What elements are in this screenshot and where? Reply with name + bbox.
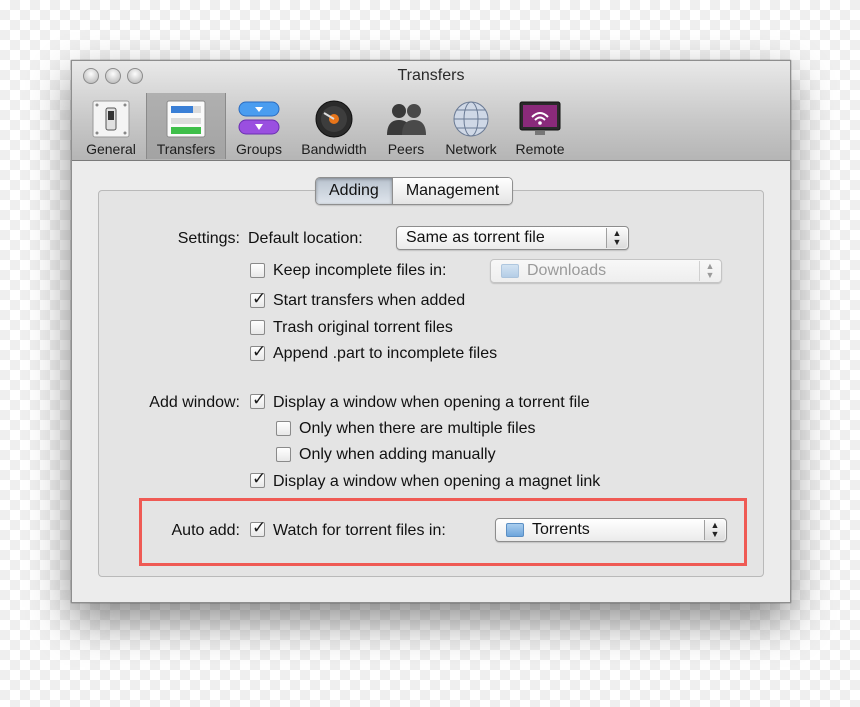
only-multiple-label: Only when there are multiple files <box>299 420 536 437</box>
only-multiple-checkbox[interactable] <box>276 421 291 436</box>
incomplete-folder-popup[interactable]: Downloads ▲ ▼ <box>490 259 722 283</box>
annotation-highlight-box <box>139 498 747 566</box>
trash-original-label: Trash original torrent files <box>273 319 453 336</box>
title-bar: Transfers General Transfers Groups Bandw… <box>72 61 790 161</box>
toolbar-item-groups[interactable]: Groups <box>228 93 290 159</box>
tab-selector: Adding Management <box>315 177 514 205</box>
keep-incomplete-checkbox[interactable] <box>250 263 265 278</box>
keep-incomplete-label: Keep incomplete files in: <box>273 262 447 279</box>
toolbar-label-peers: Peers <box>387 141 425 157</box>
toolbar-item-remote[interactable]: Remote <box>508 93 572 159</box>
tab-adding[interactable]: Adding <box>316 178 393 204</box>
default-location-popup[interactable]: Same as torrent file ▲ ▼ <box>396 226 629 250</box>
toolbar-item-network[interactable]: Network <box>436 93 506 159</box>
transfers-icon <box>166 100 206 138</box>
append-part-label: Append .part to incomplete files <box>273 345 498 362</box>
only-manual-checkbox[interactable] <box>276 447 291 462</box>
bandwidth-icon <box>315 100 353 138</box>
toolbar-item-bandwidth[interactable]: Bandwidth <box>294 93 374 159</box>
toolbar-item-general[interactable]: General <box>80 93 142 159</box>
toolbar-item-transfers[interactable]: Transfers <box>146 93 226 159</box>
default-location-label: Default location: <box>248 230 363 247</box>
toolbar-label-network: Network <box>445 141 497 157</box>
tab-management[interactable]: Management <box>392 178 513 204</box>
start-transfers-label: Start transfers when added <box>273 292 466 309</box>
groups-icon <box>238 101 280 135</box>
display-magnet-checkbox[interactable] <box>250 469 266 489</box>
toolbar-label-remote: Remote <box>515 141 565 157</box>
only-manual-label: Only when adding manually <box>299 446 496 463</box>
display-magnet-label: Display a window when opening a magnet l… <box>273 473 601 490</box>
general-switch-icon <box>92 100 130 138</box>
incomplete-folder-value: Downloads <box>527 262 607 279</box>
add-window-label: Add window: <box>149 394 240 411</box>
network-icon <box>453 101 489 137</box>
toolbar-label-groups: Groups <box>236 141 282 157</box>
display-window-label: Display a window when opening a torrent … <box>273 394 590 411</box>
folder-icon <box>501 264 519 278</box>
append-part-checkbox[interactable] <box>250 342 266 362</box>
start-transfers-checkbox[interactable] <box>250 289 266 309</box>
toolbar-item-peers[interactable]: Peers <box>378 93 434 159</box>
display-window-checkbox[interactable] <box>250 390 266 410</box>
remote-icon <box>519 101 561 135</box>
toolbar-label-general: General <box>86 141 136 157</box>
trash-original-checkbox[interactable] <box>250 320 265 335</box>
default-location-value: Same as torrent file <box>406 229 545 246</box>
popup-arrows-icon: ▲ ▼ <box>699 261 720 281</box>
toolbar-label-transfers: Transfers <box>156 141 216 157</box>
settings-label: Settings: <box>177 230 240 247</box>
toolbar-label-bandwidth: Bandwidth <box>301 141 367 157</box>
window-title: Transfers <box>397 67 465 84</box>
peers-icon <box>387 104 426 135</box>
popup-arrows-icon: ▲ ▼ <box>606 228 627 248</box>
